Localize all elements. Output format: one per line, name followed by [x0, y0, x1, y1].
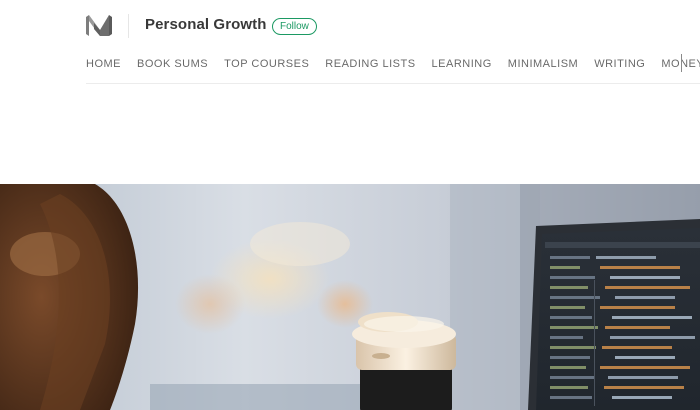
header-bottom-rule — [86, 83, 700, 84]
medium-logo-icon[interactable] — [86, 15, 112, 36]
publication-title[interactable]: Personal Growth — [145, 16, 267, 33]
nav-item-minimalism[interactable]: MINIMALISM — [508, 57, 578, 71]
nav-item-top-courses[interactable]: TOP COURSES — [224, 57, 309, 71]
publication-nav: HOME BOOK SUMS TOP COURSES READING LISTS… — [86, 57, 700, 71]
nav-item-reading-lists[interactable]: READING LISTS — [325, 57, 415, 71]
header-divider — [128, 14, 129, 38]
nav-item-learning[interactable]: LEARNING — [432, 57, 492, 71]
publication-header: Personal Growth Follow HOME BOOK SUMS TO… — [0, 0, 700, 86]
nav-item-home[interactable]: HOME — [86, 57, 121, 71]
nav-overflow-divider — [681, 54, 682, 72]
follow-button[interactable]: Follow — [272, 18, 317, 35]
nav-item-book-sums[interactable]: BOOK SUMS — [137, 57, 208, 71]
nav-item-writing[interactable]: WRITING — [594, 57, 645, 71]
hero-image — [0, 184, 700, 410]
